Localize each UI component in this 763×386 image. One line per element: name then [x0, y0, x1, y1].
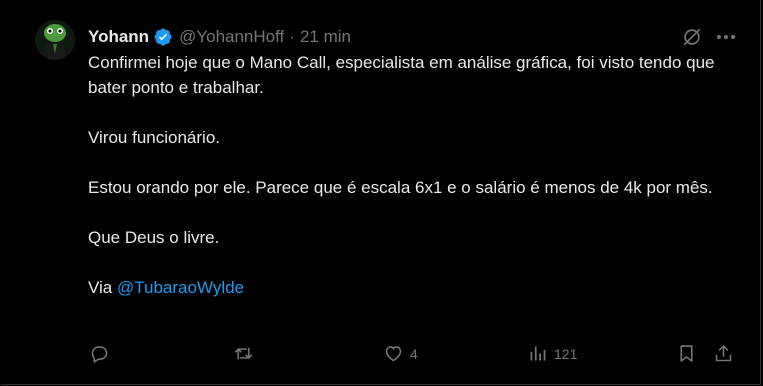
tweet-header: Yohann @YohannHoff · 21 min	[88, 26, 351, 48]
reply-button[interactable]	[89, 343, 110, 364]
handle[interactable]: @YohannHoff	[179, 27, 284, 47]
via-label: Via	[88, 278, 113, 297]
tweet-paragraph: Via @TubaraoWylde	[88, 275, 738, 300]
tweet-text: Confirmei hoje que o Mano Call, especial…	[88, 50, 738, 300]
reply-icon	[91, 346, 108, 363]
bookmark-icon	[680, 345, 693, 362]
tweet-paragraph: Estou orando por ele. Parece que é escal…	[88, 178, 713, 197]
verified-badge-icon	[153, 27, 173, 47]
avatar[interactable]	[35, 20, 75, 60]
tweet-paragraph: Que Deus o livre.	[88, 228, 220, 247]
like-button[interactable]: 4	[383, 343, 418, 364]
action-bar: 4 121	[1, 343, 761, 367]
retweet-icon	[234, 347, 253, 360]
views-button[interactable]: 121	[527, 343, 577, 364]
timestamp[interactable]: 21 min	[300, 27, 351, 47]
separator-dot: ·	[289, 27, 295, 46]
display-name[interactable]: Yohann	[88, 27, 149, 47]
view-count: 121	[554, 345, 578, 362]
bookmark-button[interactable]	[676, 343, 697, 364]
tweet-paragraph: Confirmei hoje que o Mano Call, especial…	[88, 53, 715, 97]
tweet-paragraph: Virou funcionário.	[88, 128, 220, 147]
share-icon	[715, 345, 732, 362]
share-button[interactable]	[713, 343, 734, 364]
views-icon	[530, 346, 546, 361]
grok-icon[interactable]	[681, 26, 703, 48]
more-icon[interactable]	[714, 27, 738, 47]
like-icon	[385, 346, 402, 362]
tweet-card[interactable]: Yohann @YohannHoff · 21 min Confirmei ho…	[1, 0, 761, 385]
mention-link[interactable]: @TubaraoWylde	[117, 278, 244, 297]
avatar-image	[35, 20, 75, 60]
retweet-button[interactable]	[233, 343, 254, 364]
like-count: 4	[410, 345, 418, 362]
